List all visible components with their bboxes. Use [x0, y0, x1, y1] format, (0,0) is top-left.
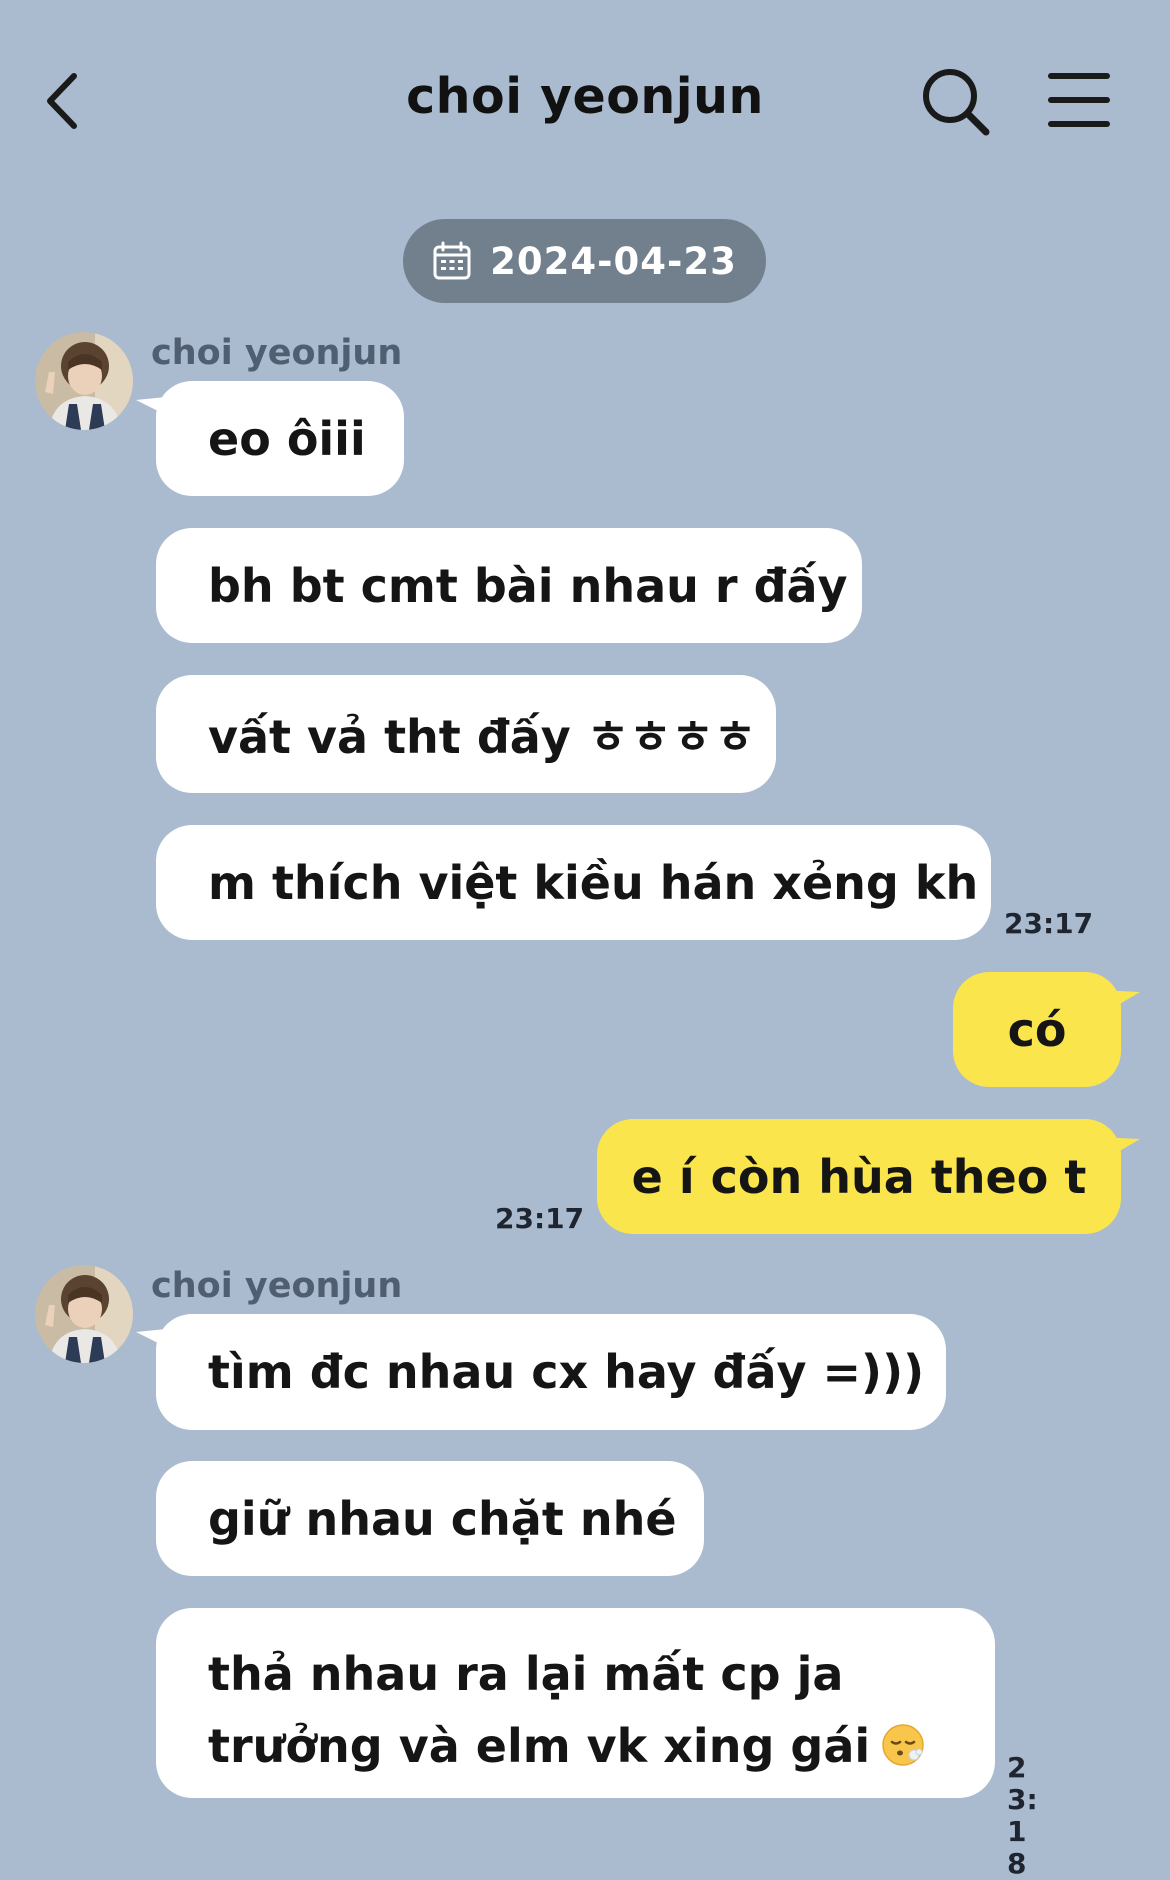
face-exhaling-emoji: [882, 1724, 924, 1766]
message-text: bh bt cmt bài nhau r đấy: [208, 558, 848, 613]
message-bubble-own[interactable]: e í còn hùa theo t: [597, 1119, 1121, 1234]
chat-title: choi yeonjun: [406, 68, 764, 125]
message-text: eo ôiii: [208, 411, 366, 466]
bubble-tail: [1096, 990, 1140, 1018]
profile-photo: [35, 332, 133, 430]
message-text: e í còn hùa theo t: [631, 1149, 1087, 1204]
message-bubble[interactable]: giữ nhau chặt nhé: [156, 1461, 704, 1576]
sender-name: choi yeonjun: [151, 333, 403, 373]
menu-icon: [1048, 73, 1110, 127]
message-bubble[interactable]: tìm đc nhau cx hay đấy =))): [156, 1314, 946, 1430]
date-label: 2024-04-23: [490, 239, 737, 283]
message-text: tìm đc nhau cx hay đấy =))): [208, 1345, 925, 1399]
menu-button[interactable]: [1048, 70, 1110, 130]
message-bubble[interactable]: eo ôiii: [156, 381, 404, 496]
message-text: m thích việt kiều hán xẻng kh: [208, 855, 979, 910]
message-text: vất vả tht đấy ㅎㅎㅎㅎ: [208, 710, 757, 764]
message-time: 23:17: [495, 1202, 585, 1235]
message-bubble[interactable]: vất vả tht đấy ㅎㅎㅎㅎ: [156, 675, 776, 793]
message-bubble[interactable]: m thích việt kiều hán xẻng kh: [156, 825, 991, 940]
search-icon: [923, 69, 990, 136]
message-bubble[interactable]: bh bt cmt bài nhau r đấy: [156, 528, 862, 643]
message-time: 23:17: [1004, 907, 1094, 940]
message-text: thả nhau ra lại mất cp ja trưởng và elm …: [208, 1638, 943, 1782]
calendar-icon: [433, 241, 471, 280]
date-separator: 2024-04-23: [403, 219, 766, 303]
message-bubble[interactable]: thả nhau ra lại mất cp ja trưởng và elm …: [156, 1608, 995, 1798]
search-button[interactable]: [920, 66, 992, 138]
message-time: 23:1 8: [1007, 1751, 1038, 1880]
bubble-tail: [1096, 1137, 1140, 1165]
message-text: giữ nhau chặt nhé: [208, 1491, 677, 1546]
message-text-content: thả nhau ra lại mất cp ja trưởng và elm …: [208, 1647, 871, 1773]
profile-photo: [35, 1265, 133, 1363]
sender-name: choi yeonjun: [151, 1266, 403, 1306]
avatar[interactable]: [35, 1265, 133, 1363]
avatar[interactable]: [35, 332, 133, 430]
chat-header: choi yeonjun: [0, 0, 1170, 200]
message-text: có: [1007, 1002, 1067, 1057]
